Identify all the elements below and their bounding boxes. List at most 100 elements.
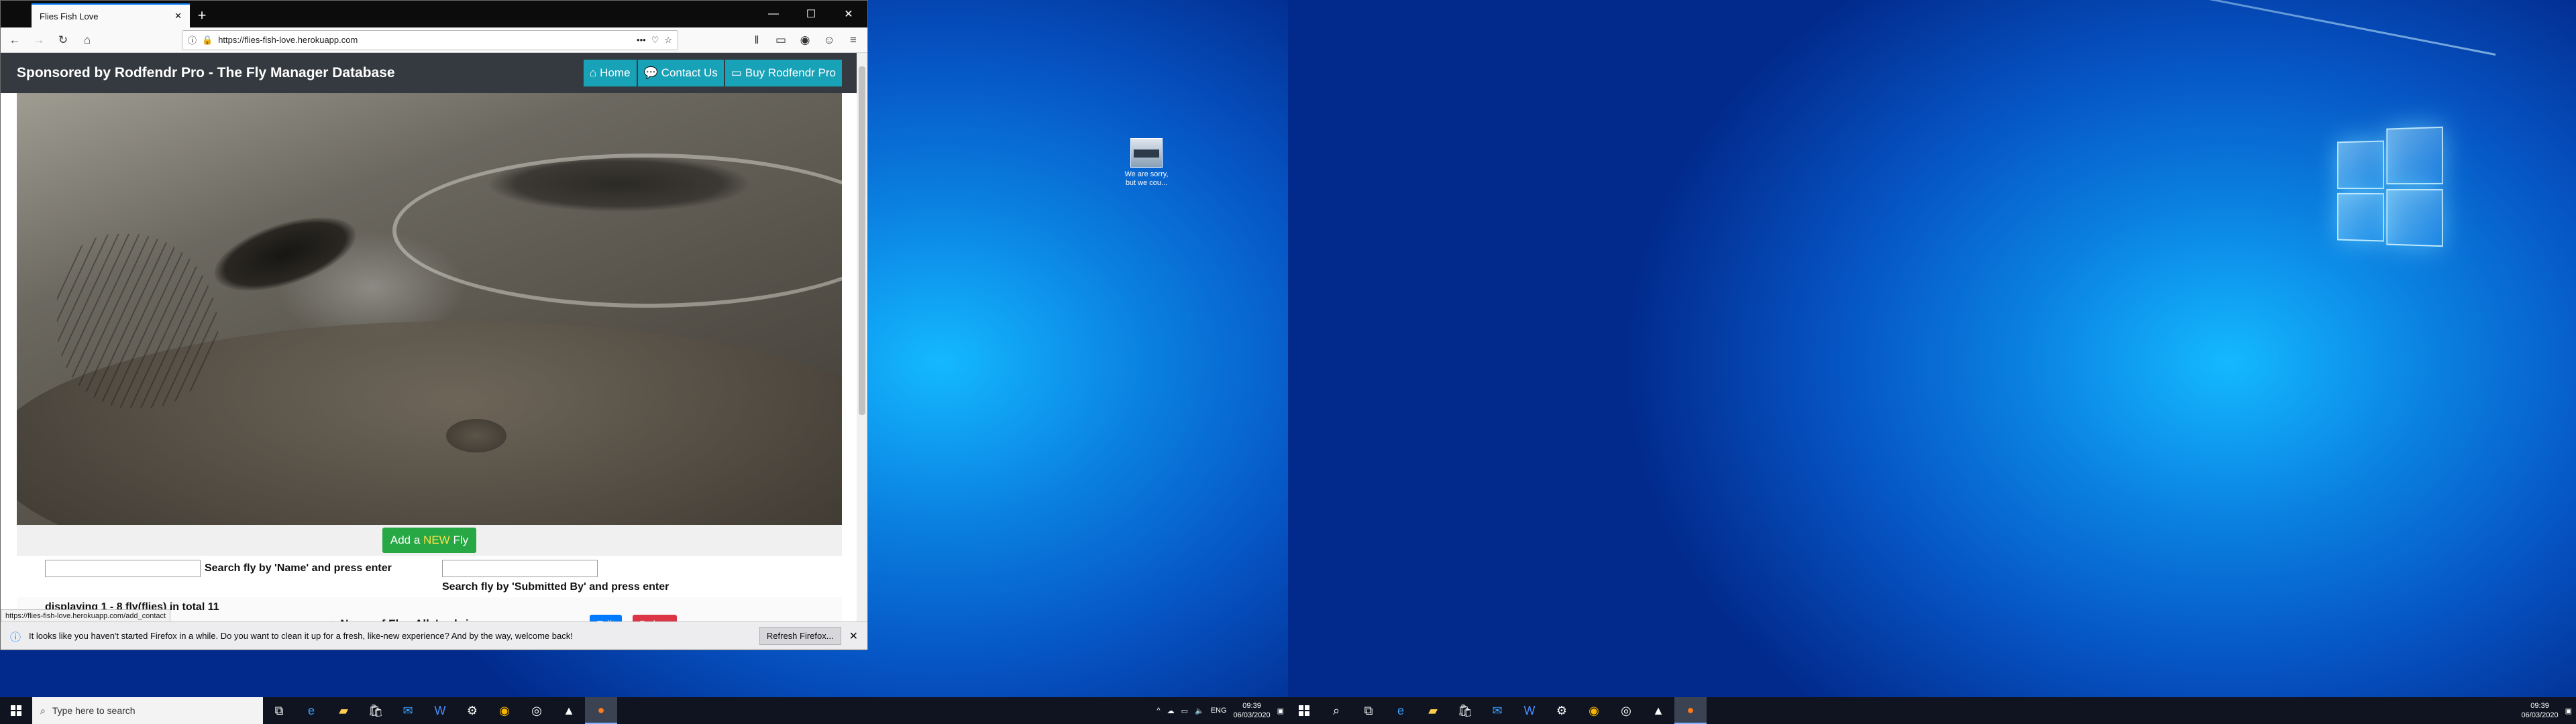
wallpaper-beam-right <box>1309 0 2496 56</box>
nav-contact-label: Contact Us <box>661 66 718 79</box>
language-indicator[interactable]: ENG <box>1211 707 1227 715</box>
notifications-icon[interactable]: ▣ <box>1277 707 1284 715</box>
desktop-file-label: We are sorry, but we cou... <box>1124 170 1169 187</box>
taskbar-left: ⌕ Type here to search ⧉ e ▰ 🛍 ✉ W ⚙ ◉ ◎ … <box>0 697 1288 724</box>
desktop-left: We are sorry, but we cou... Flies Fish L… <box>0 0 1288 724</box>
search-name-label: Search fly by 'Name' and press enter <box>205 562 392 574</box>
word-icon[interactable]: W <box>424 697 456 724</box>
system-tray-2: 09:39 06/03/2020 ▣ <box>2522 697 2576 724</box>
photos-icon[interactable]: ▲ <box>553 697 585 724</box>
refresh-firefox-button[interactable]: Refresh Firefox... <box>759 627 841 645</box>
task-view-icon[interactable]: ⧉ <box>263 697 295 724</box>
taskbar-right: ⌕ ⧉ e ▰ 🛍 ✉ W ⚙ ◉ ◎ ▲ ● 09:39 06/03/2020… <box>1288 697 2576 724</box>
search-icon: ⌕ <box>40 705 46 716</box>
firefox-icon[interactable]: ● <box>1674 697 1707 724</box>
reload-icon[interactable]: ↻ <box>53 30 73 50</box>
file-explorer-icon[interactable]: ▰ <box>327 697 360 724</box>
desktop-right: ⌕ ⧉ e ▰ 🛍 ✉ W ⚙ ◉ ◎ ▲ ● 09:39 06/03/2020… <box>1288 0 2576 724</box>
image-file-icon <box>1130 138 1163 168</box>
photos-icon[interactable]: ▲ <box>1642 697 1674 724</box>
maximize-button[interactable]: ☐ <box>792 1 830 27</box>
word-icon[interactable]: W <box>1513 697 1546 724</box>
firefox-icon[interactable]: ● <box>585 697 617 724</box>
network-icon[interactable]: ▭ <box>1181 707 1188 715</box>
search-placeholder: Type here to search <box>52 705 136 716</box>
volume-icon[interactable]: 🔈 <box>1195 707 1204 715</box>
start-button[interactable] <box>0 697 32 724</box>
water-ripple <box>392 154 842 308</box>
settings-gear-icon[interactable]: ⚙ <box>456 697 488 724</box>
close-window-button[interactable]: ✕ <box>830 1 867 27</box>
settings-gear-icon[interactable]: ⚙ <box>1546 697 1578 724</box>
mail-icon[interactable]: ✉ <box>1481 697 1513 724</box>
edge-icon[interactable]: e <box>295 697 327 724</box>
tab-bar: Flies Fish Love ✕ + — ☐ ✕ <box>1 1 867 27</box>
account-icon[interactable]: ◉ <box>795 30 815 50</box>
cloud-icon[interactable]: ☁ <box>1167 707 1175 715</box>
back-icon[interactable]: ← <box>5 30 25 50</box>
home-icon[interactable]: ⌂ <box>77 30 97 50</box>
store-icon[interactable]: 🛍 <box>360 697 392 724</box>
clock-date: 06/03/2020 <box>1233 711 1271 719</box>
web-page: Sponsored by Rodfendr Pro - The Fly Mana… <box>1 53 858 623</box>
tab-flies-fish-love[interactable]: Flies Fish Love ✕ <box>32 3 190 27</box>
page-scrollbar[interactable] <box>857 53 867 623</box>
search-submitted-group: Search fly by 'Submitted By' and press e… <box>442 560 669 593</box>
tab-close-icon[interactable]: ✕ <box>174 11 182 21</box>
taskbar-search-box[interactable]: ⌕ Type here to search <box>32 697 263 724</box>
add-new-fly-button[interactable]: Add a NEW Fly <box>382 528 477 553</box>
minimize-button[interactable]: — <box>755 1 792 27</box>
search-submitted-input[interactable] <box>442 560 598 577</box>
fly-lure <box>57 234 218 408</box>
site-brand[interactable]: Sponsored by Rodfendr Pro - The Fly Mana… <box>17 65 395 81</box>
edge-icon[interactable]: e <box>1385 697 1417 724</box>
fish-eye <box>446 419 506 452</box>
add-suffix: Fly <box>449 534 469 546</box>
search-icon[interactable]: ⌕ <box>1320 697 1352 724</box>
nav-contact-link[interactable]: 💬 Contact Us <box>637 60 724 86</box>
desktop-file-icon[interactable]: We are sorry, but we cou... <box>1124 138 1169 188</box>
search-name-input[interactable] <box>45 560 201 577</box>
info-icon[interactable]: ⓘ <box>188 34 197 46</box>
chrome-icon[interactable]: ◉ <box>488 697 521 724</box>
nav-buy-link[interactable]: ▭ Buy Rodfendr Pro <box>724 60 842 86</box>
clock[interactable]: 09:39 06/03/2020 <box>1234 701 1271 720</box>
hero-trout-image <box>17 93 842 525</box>
lock-icon[interactable]: 🔒 <box>202 35 213 46</box>
site-nav-links: ⌂ Home 💬 Contact Us ▭ Buy Rodfendr Pro <box>583 60 842 86</box>
clock-time: 09:39 <box>1242 702 1261 710</box>
forward-icon[interactable]: → <box>29 30 49 50</box>
chevron-up-icon[interactable]: ^ <box>1157 707 1160 715</box>
info-icon: ⓘ <box>10 631 21 644</box>
new-tab-button[interactable]: + <box>190 3 214 27</box>
notifications-icon[interactable]: ▣ <box>2565 707 2572 715</box>
url-text[interactable]: https://flies-fish-love.herokuapp.com <box>218 35 631 45</box>
start-button-2[interactable] <box>1288 697 1320 724</box>
nav-home-label: Home <box>600 66 631 79</box>
clock-2[interactable]: 09:39 06/03/2020 <box>2522 701 2559 720</box>
search-row: Search fly by 'Name' and press enter Sea… <box>1 556 858 597</box>
search-submitted-label: Search fly by 'Submitted By' and press e… <box>442 581 669 593</box>
menu-icon[interactable]: ≡ <box>843 30 863 50</box>
bookmark-star-icon[interactable]: ☆ <box>664 35 672 46</box>
notification-text: It looks like you haven't started Firefo… <box>29 631 573 641</box>
nav-home-link[interactable]: ⌂ Home <box>583 60 637 86</box>
app-icon[interactable]: ◎ <box>1610 697 1642 724</box>
page-actions-icon[interactable]: ••• <box>637 35 646 45</box>
chrome-icon[interactable]: ◉ <box>1578 697 1610 724</box>
sidebar-icon[interactable]: ▭ <box>771 30 791 50</box>
notification-close-icon[interactable]: ✕ <box>849 629 858 643</box>
credit-card-icon: ▭ <box>731 66 742 79</box>
system-tray: ^ ☁ ▭ 🔈 ENG 09:39 06/03/2020 ▣ <box>1157 697 1288 724</box>
app-icon[interactable]: ◎ <box>521 697 553 724</box>
mail-icon[interactable]: ✉ <box>392 697 424 724</box>
library-icon[interactable]: ‖ <box>747 30 767 50</box>
pocket-icon[interactable]: ♡ <box>651 35 659 46</box>
address-bar[interactable]: ⓘ 🔒 https://flies-fish-love.herokuapp.co… <box>182 29 678 50</box>
comment-icon: 💬 <box>643 66 658 79</box>
scrollbar-thumb[interactable] <box>859 66 865 415</box>
task-view-icon[interactable]: ⧉ <box>1352 697 1385 724</box>
file-explorer-icon[interactable]: ▰ <box>1417 697 1449 724</box>
store-icon[interactable]: 🛍 <box>1449 697 1481 724</box>
extension-icon[interactable]: ☺ <box>819 30 839 50</box>
